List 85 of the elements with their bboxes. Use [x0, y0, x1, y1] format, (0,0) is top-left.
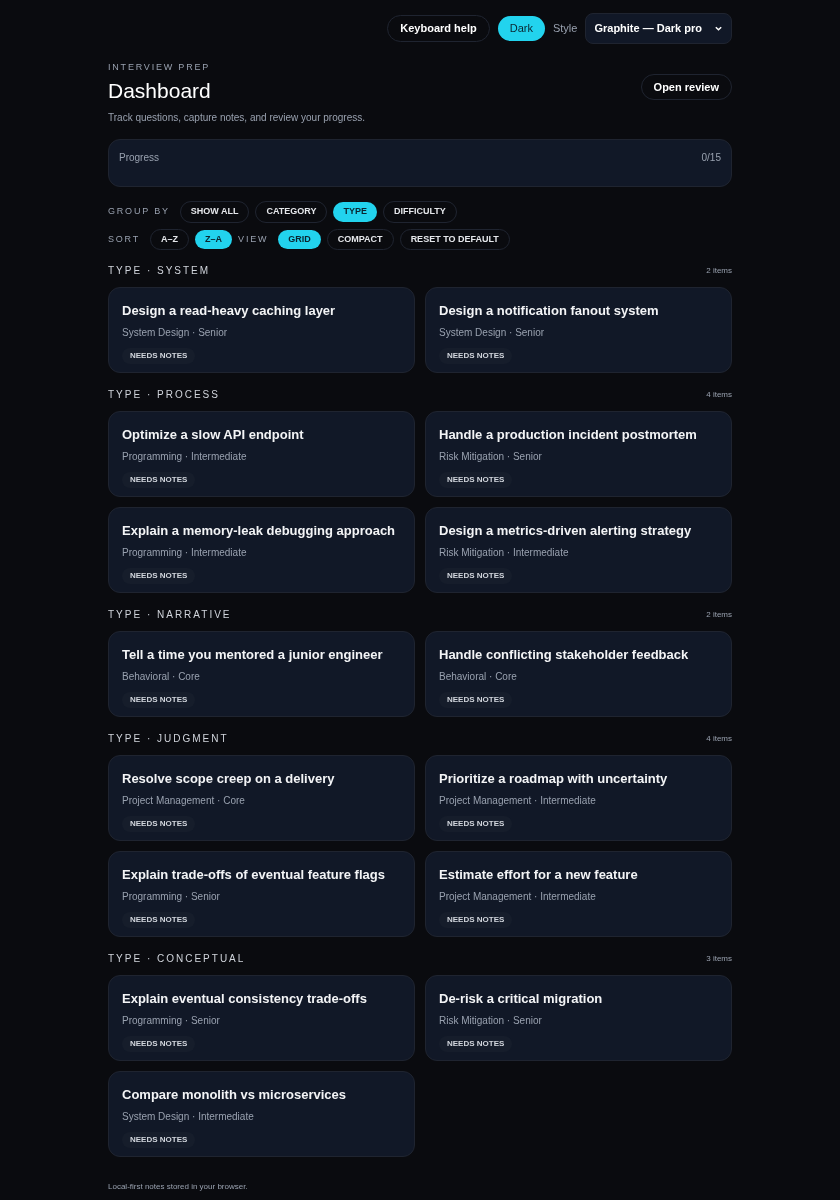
card-title: Explain eventual consistency trade-offs: [122, 990, 368, 1009]
card-title: Optimize a slow API endpoint: [122, 426, 305, 445]
card-meta: Programming · Senior: [122, 1013, 221, 1028]
card-title: De-risk a critical migration: [439, 990, 604, 1009]
status-badge: NEEDS NOTES: [122, 911, 196, 928]
group-heading: TYPE · SYSTEM: [108, 264, 211, 279]
question-card[interactable]: Resolve scope creep on a delivery Project Management · Core NEEDS NOTES: [108, 755, 415, 842]
status-badge: NEEDS NOTES: [122, 471, 196, 488]
card-title: Resolve scope creep on a delivery: [122, 770, 336, 789]
eyebrow-label: INTERVIEW PREP: [108, 60, 212, 74]
question-card[interactable]: Prioritize a roadmap with uncertainty Project Management · Intermediate NEEDS NOTES: [425, 755, 732, 842]
status-badge: NEEDS NOTES: [439, 815, 513, 832]
status-badge: NEEDS NOTES: [122, 347, 196, 364]
page-subtitle: Track questions, capture notes, and review your progress.: [108, 111, 365, 126]
card-meta: System Design · Intermediate: [122, 1109, 255, 1124]
question-card[interactable]: Handle conflicting stakeholder feedback Behavioral · Core NEEDS NOTES: [425, 631, 732, 718]
filter-chip[interactable]: GRID: [278, 229, 321, 250]
status-badge: NEEDS NOTES: [122, 815, 196, 832]
card-title: Design a notification fanout system: [439, 302, 660, 321]
card-title: Design a metrics-driven alerting strategy: [439, 522, 693, 541]
status-badge: NEEDS NOTES: [439, 567, 513, 584]
group-heading: TYPE · CONCEPTUAL: [108, 952, 246, 967]
card-meta: Project Management · Core: [122, 793, 246, 808]
card-meta: Programming · Senior: [122, 889, 221, 904]
control-label: SORT: [108, 232, 141, 246]
progress-count: 0/15: [701, 151, 721, 166]
question-card[interactable]: Design a notification fanout system System Design · Senior NEEDS NOTES: [425, 287, 732, 374]
card-title: Handle a production incident postmortem: [439, 426, 698, 445]
card-meta: Risk Mitigation · Senior: [439, 1013, 543, 1028]
style-label: Style: [552, 21, 578, 36]
card-meta: Programming · Intermediate: [122, 449, 248, 464]
style-select[interactable]: Graphite — Dark pro: [585, 13, 732, 44]
theme-toggle[interactable]: Dark: [497, 16, 545, 41]
card-meta: Project Management · Intermediate: [439, 889, 597, 904]
group-count: 3 items: [706, 952, 732, 965]
group-count: 4 items: [706, 388, 732, 401]
group-count: 2 items: [706, 608, 732, 621]
filter-chip[interactable]: TYPE: [333, 202, 377, 222]
status-badge: NEEDS NOTES: [439, 471, 513, 488]
group-count: 4 items: [706, 732, 732, 745]
card-meta: Risk Mitigation · Intermediate: [439, 545, 570, 560]
card-meta: Project Management · Intermediate: [439, 793, 597, 808]
card-meta: Behavioral · Core: [122, 669, 201, 684]
card-title: Design a read-heavy caching layer: [122, 302, 337, 321]
group-heading: TYPE · PROCESS: [108, 388, 220, 403]
card-title: Explain a memory-leak debugging approach: [122, 522, 397, 541]
status-badge: NEEDS NOTES: [122, 567, 196, 584]
question-card[interactable]: Optimize a slow API endpoint Programming · Intermediate NEEDS NOTES: [108, 411, 415, 498]
card-title: Explain trade-offs of eventual feature flags: [122, 866, 386, 885]
progress-label: Progress: [119, 151, 159, 166]
question-card[interactable]: Compare monolith vs microservices System Design · Intermediate NEEDS NOTES: [108, 1071, 415, 1158]
status-badge: NEEDS NOTES: [122, 1131, 196, 1148]
status-badge: NEEDS NOTES: [439, 347, 513, 364]
page-title: Dashboard: [108, 78, 212, 104]
status-badge: NEEDS NOTES: [439, 911, 513, 928]
status-badge: NEEDS NOTES: [439, 691, 513, 708]
card-meta: System Design · Senior: [439, 325, 546, 340]
question-card[interactable]: Explain a memory-leak debugging approach Programming · Intermediate NEEDS NOTES: [108, 507, 415, 594]
question-card[interactable]: Tell a time you mentored a junior engineer Behavioral · Core NEEDS NOTES: [108, 631, 415, 718]
status-badge: NEEDS NOTES: [122, 1035, 196, 1052]
card-title: Compare monolith vs microservices: [122, 1086, 347, 1105]
question-card[interactable]: Explain eventual consistency trade-offs Programming · Senior NEEDS NOTES: [108, 975, 415, 1062]
group-heading: TYPE · JUDGMENT: [108, 732, 229, 747]
card-title: Handle conflicting stakeholder feedback: [439, 646, 690, 665]
control-label: GROUP BY: [108, 205, 170, 219]
status-badge: NEEDS NOTES: [122, 691, 196, 708]
card-meta: System Design · Senior: [122, 325, 229, 340]
group-heading: TYPE · NARRATIVE: [108, 608, 232, 623]
filter-chip[interactable]: Z–A: [195, 229, 233, 250]
question-card[interactable]: De-risk a critical migration Risk Mitigation · Senior NEEDS NOTES: [425, 975, 732, 1062]
question-card[interactable]: Design a read-heavy caching layer System Design · Senior NEEDS NOTES: [108, 287, 415, 374]
card-title: Tell a time you mentored a junior engineer: [122, 646, 384, 665]
footer-note: Local-first notes stored in your browser.: [108, 1181, 249, 1194]
card-meta: Risk Mitigation · Senior: [439, 449, 543, 464]
card-title: Estimate effort for a new feature: [439, 866, 639, 885]
card-meta: Programming · Intermediate: [122, 545, 248, 560]
control-label: VIEW: [238, 232, 269, 246]
status-badge: NEEDS NOTES: [439, 1035, 513, 1052]
question-card[interactable]: Design a metrics-driven alerting strategy Risk Mitigation · Intermediate NEEDS NOTES: [425, 507, 732, 594]
card-title: Prioritize a roadmap with uncertainty: [439, 770, 669, 789]
question-card[interactable]: Handle a production incident postmortem Risk Mitigation · Senior NEEDS NOTES: [425, 411, 732, 498]
question-card[interactable]: Explain trade-offs of eventual feature flags Programming · Senior NEEDS NOTES: [108, 851, 415, 938]
question-card[interactable]: Estimate effort for a new feature Project Management · Intermediate NEEDS NOTES: [425, 851, 732, 938]
group-count: 2 items: [706, 264, 732, 277]
card-meta: Behavioral · Core: [439, 669, 518, 684]
